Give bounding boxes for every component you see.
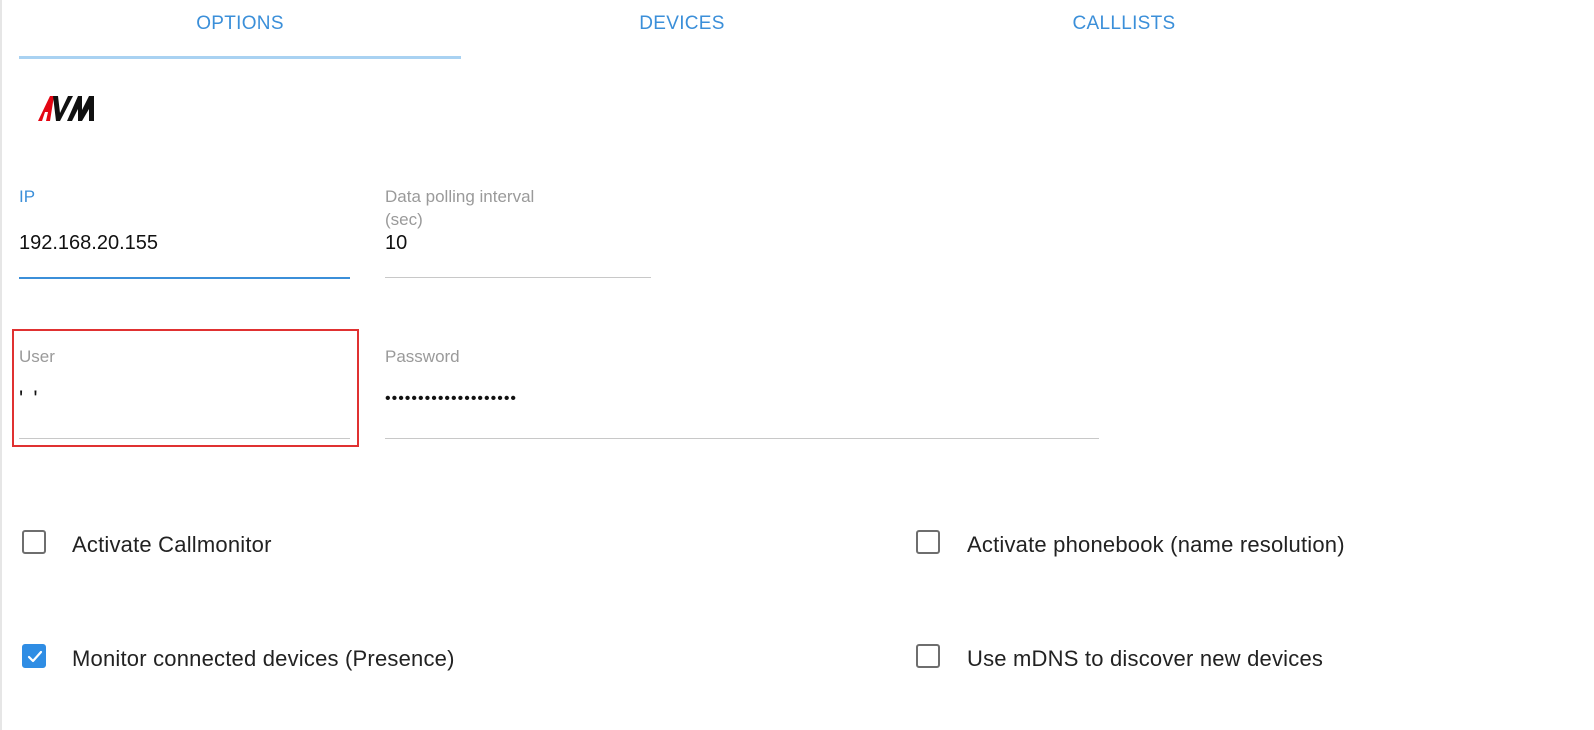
ip-label: IP: [19, 187, 36, 206]
polling-interval-input[interactable]: 10: [385, 232, 407, 255]
mdns-label[interactable]: Use mDNS to discover new devices: [967, 646, 1323, 672]
user-label: User: [19, 347, 55, 366]
left-border: [0, 0, 2, 730]
avm-logo: [36, 92, 98, 124]
password-input[interactable]: ••••••••••••••••••••: [385, 390, 517, 408]
user-underline: [19, 438, 350, 439]
tab-bar: OPTIONS DEVICES CALLLISTS: [19, 0, 1345, 60]
ip-input[interactable]: 192.168.20.155: [19, 232, 158, 255]
phonebook-checkbox[interactable]: [916, 530, 940, 554]
presence-checkbox[interactable]: [22, 644, 46, 668]
callmonitor-checkbox[interactable]: [22, 530, 46, 554]
user-input[interactable]: ' ': [19, 386, 40, 412]
polling-interval-field[interactable]: Data polling interval (sec) 10: [385, 186, 651, 282]
tab-calllists[interactable]: CALLLISTS: [903, 0, 1345, 58]
phonebook-label[interactable]: Activate phonebook (name resolution): [967, 532, 1345, 558]
password-label: Password: [385, 347, 460, 366]
ip-underline: [19, 277, 350, 279]
active-tab-indicator: [19, 56, 461, 59]
user-field[interactable]: User ' ': [19, 346, 350, 442]
password-underline: [385, 438, 1099, 439]
tab-devices[interactable]: DEVICES: [461, 0, 903, 58]
mdns-checkbox[interactable]: [916, 644, 940, 668]
callmonitor-label[interactable]: Activate Callmonitor: [72, 532, 272, 558]
polling-interval-underline: [385, 277, 651, 278]
password-field[interactable]: Password ••••••••••••••••••••: [385, 346, 1099, 442]
presence-label[interactable]: Monitor connected devices (Presence): [72, 646, 455, 672]
polling-interval-label: Data polling interval (sec): [385, 187, 535, 229]
ip-field[interactable]: IP 192.168.20.155: [19, 186, 350, 282]
checkmark-icon: [27, 650, 43, 663]
tab-options[interactable]: OPTIONS: [19, 0, 461, 58]
